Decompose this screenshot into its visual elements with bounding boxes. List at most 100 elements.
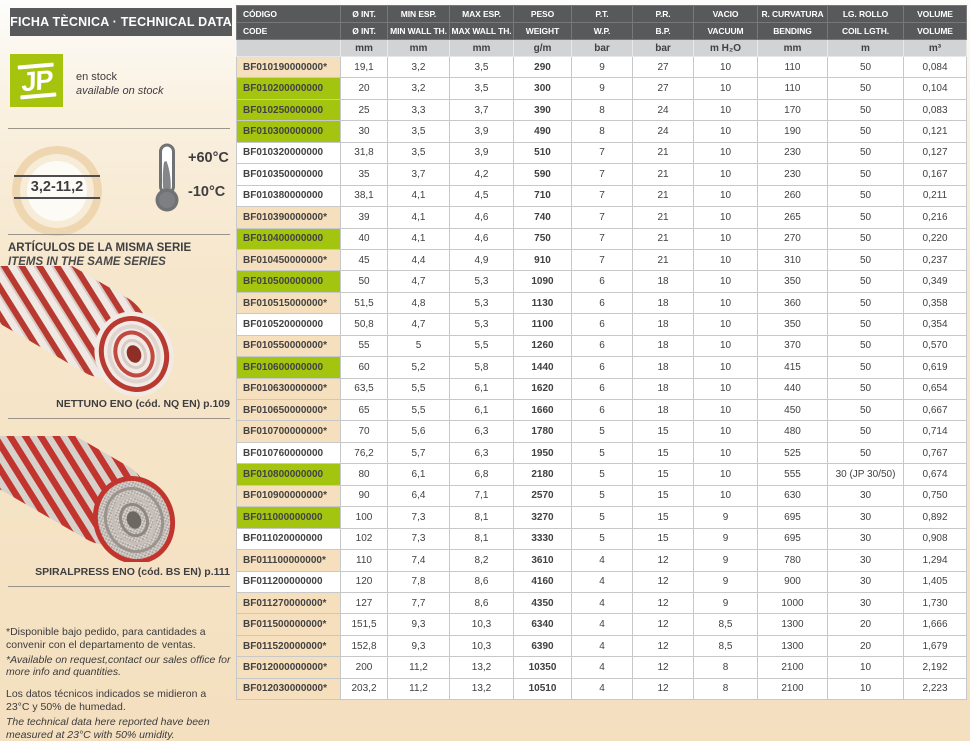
value-cell: 350 [758, 271, 828, 292]
value-cell: 3610 [514, 550, 572, 571]
value-cell: 0,084 [904, 57, 967, 78]
value-cell: 0,354 [904, 314, 967, 335]
value-cell: 360 [758, 292, 828, 313]
product-code-cell: BF012030000000* [237, 678, 341, 699]
hose-image-spiralpress [0, 436, 200, 562]
value-cell: 5 [572, 485, 633, 506]
value-cell: 0,167 [904, 164, 967, 185]
value-cell: 7,3 [388, 528, 450, 549]
footnote-conditions-en: The technical data here reported have be… [6, 716, 232, 741]
value-cell: 7 [572, 185, 633, 206]
value-cell: 1300 [758, 635, 828, 656]
value-cell: 480 [758, 421, 828, 442]
value-cell: 8 [572, 99, 633, 120]
value-cell: 1,666 [904, 614, 967, 635]
table-row: BF010800000000806,16,821805151055530 (JP… [237, 464, 967, 485]
value-cell: 6 [572, 314, 633, 335]
value-cell: 50 [828, 357, 904, 378]
value-cell: 6,3 [450, 442, 514, 463]
header-row-es: CÓDIGOØ INT.MIN ESP.MAX ESP.PESOP.T.P.R.… [237, 6, 967, 23]
value-cell: 0,237 [904, 249, 967, 270]
value-cell: 80 [341, 464, 388, 485]
unit-cell: m [828, 40, 904, 57]
value-cell: 63,5 [341, 378, 388, 399]
value-cell: 5 [572, 421, 633, 442]
value-cell: 1660 [514, 400, 572, 421]
value-cell: 6 [572, 400, 633, 421]
jp-logo-text: JP [18, 66, 54, 94]
value-cell: 230 [758, 164, 828, 185]
column-header: Ø INT. [341, 6, 388, 23]
table-row: BF011500000000*151,59,310,363404128,5130… [237, 614, 967, 635]
product-code-cell: BF010760000000 [237, 442, 341, 463]
value-cell: 370 [758, 335, 828, 356]
table-row: BF010600000000605,25,8144061810415500,61… [237, 357, 967, 378]
table-row: BF010390000000*394,14,674072110265500,21… [237, 207, 967, 228]
value-cell: 30 [828, 528, 904, 549]
value-cell: 3,7 [388, 164, 450, 185]
header-row-en: CODEØ INT.MIN WALL TH.MAX WALL TH.WEIGHT… [237, 23, 967, 40]
value-cell: 4 [572, 657, 633, 678]
value-cell: 4,9 [450, 249, 514, 270]
column-header: COIL LGTH. [828, 23, 904, 40]
column-header: BENDING [758, 23, 828, 40]
value-cell: 21 [633, 164, 694, 185]
value-cell: 5 [572, 464, 633, 485]
value-cell: 4,7 [388, 314, 450, 335]
table-row: BF011100000000*1107,48,236104129780301,2… [237, 550, 967, 571]
value-cell: 4,4 [388, 249, 450, 270]
value-cell: 12 [633, 635, 694, 656]
value-cell: 2180 [514, 464, 572, 485]
value-cell: 10 [694, 442, 758, 463]
value-cell: 50 [828, 335, 904, 356]
product-code-cell: BF010650000000* [237, 400, 341, 421]
value-cell: 10 [694, 121, 758, 142]
value-cell: 10,3 [450, 614, 514, 635]
value-cell: 12 [633, 657, 694, 678]
value-cell: 710 [514, 185, 572, 206]
column-header: MAX ESP. [450, 6, 514, 23]
unit-cell: mm [341, 40, 388, 57]
value-cell: 51,5 [341, 292, 388, 313]
value-cell: 30 [828, 571, 904, 592]
value-cell: 0,358 [904, 292, 967, 313]
value-cell: 50 [828, 400, 904, 421]
value-cell: 50 [828, 271, 904, 292]
value-cell: 110 [758, 78, 828, 99]
value-cell: 630 [758, 485, 828, 506]
value-cell: 6340 [514, 614, 572, 635]
value-cell: 21 [633, 249, 694, 270]
value-cell: 11,2 [388, 678, 450, 699]
column-header: P.T. [572, 6, 633, 23]
table-row: BF010250000000253,33,739082410170500,083 [237, 99, 967, 120]
column-header: MIN WALL TH. [388, 23, 450, 40]
value-cell: 7 [572, 164, 633, 185]
value-cell: 3,5 [450, 57, 514, 78]
table-row: BF010190000000*19,13,23,529092710110500,… [237, 57, 967, 78]
value-cell: 2570 [514, 485, 572, 506]
value-cell: 6,4 [388, 485, 450, 506]
value-cell: 1100 [514, 314, 572, 335]
value-cell: 10 [694, 357, 758, 378]
value-cell: 4 [572, 592, 633, 613]
value-cell: 440 [758, 378, 828, 399]
value-cell: 50 [341, 271, 388, 292]
value-cell: 50 [828, 164, 904, 185]
unit-cell: m H₂O [694, 40, 758, 57]
column-header: VOLUME [904, 6, 967, 23]
product-code-cell: BF010700000000* [237, 421, 341, 442]
unit-cell: bar [633, 40, 694, 57]
value-cell: 65 [341, 400, 388, 421]
value-cell: 30 [828, 550, 904, 571]
product-code-cell: BF010600000000 [237, 357, 341, 378]
value-cell: 7 [572, 249, 633, 270]
value-cell: 695 [758, 507, 828, 528]
value-cell: 13,2 [450, 678, 514, 699]
product-code-cell: BF010450000000* [237, 249, 341, 270]
product-code-cell: BF010515000000* [237, 292, 341, 313]
product-code-cell: BF010350000000 [237, 164, 341, 185]
value-cell: 0,570 [904, 335, 967, 356]
value-cell: 6 [572, 292, 633, 313]
value-cell: 4,6 [450, 207, 514, 228]
column-header: MIN ESP. [388, 6, 450, 23]
